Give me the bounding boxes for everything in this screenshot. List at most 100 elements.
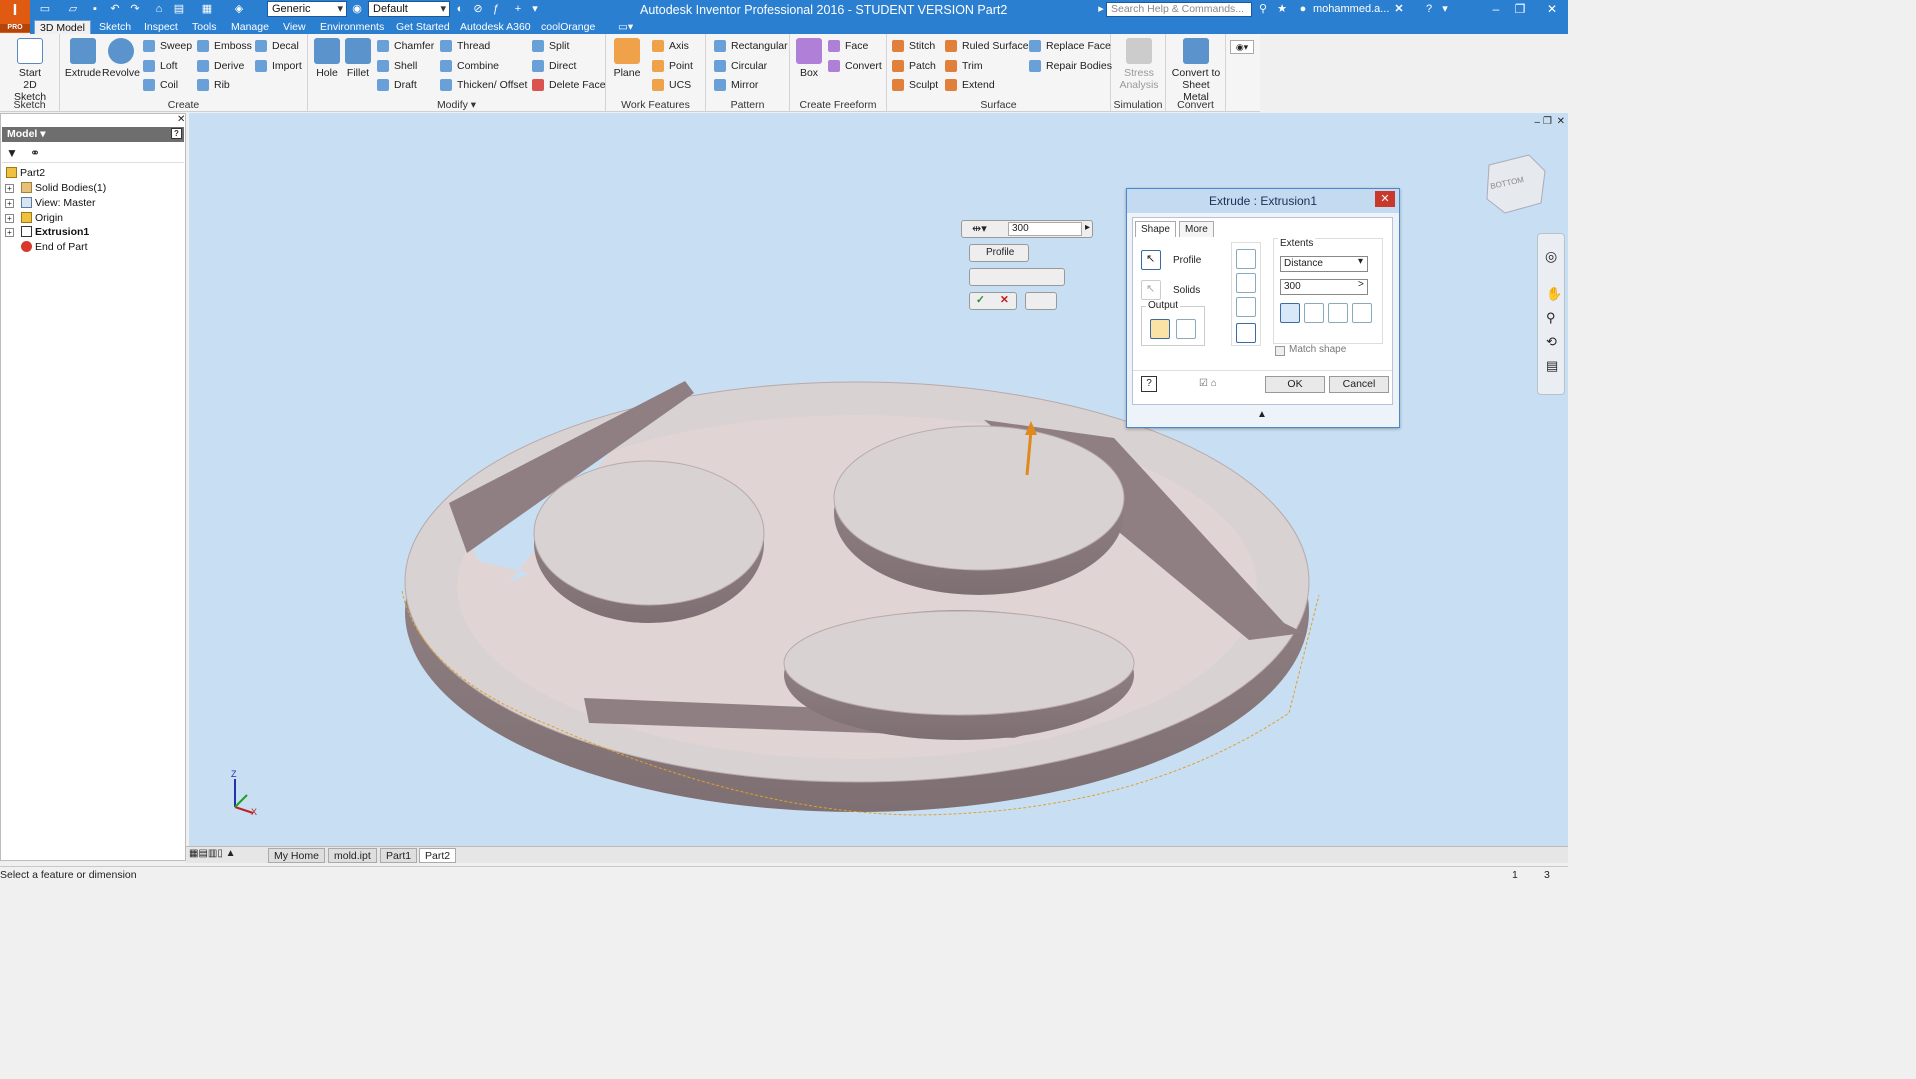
inventor-logo[interactable]: I PRO [0,0,30,33]
redo-icon[interactable]: ↷ [128,2,142,17]
tree-item-part2[interactable]: Part2 [6,166,45,180]
user-name[interactable]: mohammed.a... [1313,3,1389,15]
direction-1-button[interactable] [1280,303,1300,323]
dialog-help-icon[interactable]: ? [1141,376,1157,392]
ok-button[interactable]: OK [1265,376,1325,393]
import-button[interactable]: Import [255,58,302,74]
join-button[interactable] [1236,249,1256,269]
rib-button[interactable]: Rib [197,77,230,93]
thread-button[interactable]: Thread [440,38,490,54]
panel-label-modify[interactable]: Modify ▾ [308,99,605,111]
match-shape-checkbox[interactable] [1275,346,1285,356]
direct-button[interactable]: Direct [532,58,576,74]
exchange-icon[interactable]: ✕ [1392,2,1406,17]
chevron-down-icon[interactable]: ▾ [1358,256,1363,267]
tree-item-view-master[interactable]: View: Master [21,196,96,210]
browser-close-icon[interactable]: ✕ [177,114,185,125]
update-icon[interactable]: ▤ [172,2,186,17]
mirror-button[interactable]: Mirror [714,77,758,93]
solids-select-button[interactable]: ↖ [1141,280,1161,300]
combine-button[interactable]: Combine [440,58,499,74]
delete-face-button[interactable]: Delete Face [532,77,606,93]
search-arrow-icon[interactable]: ▸ [1096,2,1106,17]
hole-button[interactable]: Hole [312,38,342,79]
tree-item-origin[interactable]: Origin [21,211,63,225]
new-solid-button[interactable] [1236,323,1256,343]
plane-button[interactable]: Plane [610,38,644,79]
undo-icon[interactable]: ↶ [108,2,122,17]
extrude-button[interactable]: Extrude [64,38,102,79]
save-icon[interactable]: ▪ [88,2,102,17]
profile-select-button[interactable]: ↖ [1141,250,1161,270]
sweep-button[interactable]: Sweep [143,38,192,54]
select-icon[interactable]: ▦ [200,2,214,17]
coil-button[interactable]: Coil [143,77,178,93]
chamfer-button[interactable]: Chamfer [377,38,434,54]
dialog-close-button[interactable]: ✕ [1375,191,1395,207]
tab-manage[interactable]: Manage [231,20,269,34]
style-select[interactable]: Default [368,1,450,17]
tab-shape[interactable]: Shape [1135,221,1176,237]
point-button[interactable]: Point [652,58,693,74]
direction-2-button[interactable] [1304,303,1324,323]
split-button[interactable]: Split [532,38,569,54]
replace-face-button[interactable]: Replace Face [1029,38,1111,54]
convert-sheet-metal-button[interactable]: Convert to Sheet Metal [1168,38,1224,103]
ribbon-toggle-icon[interactable]: ▭▾ [618,20,633,34]
measure-icon[interactable]: ◈ [232,2,246,17]
customize-icon[interactable]: ▾ [530,2,540,17]
patch-button[interactable]: Patch [892,58,936,74]
viewport-restore-icon[interactable]: ❐ [1543,116,1552,127]
tab-sketch[interactable]: Sketch [99,20,131,34]
accept-icon[interactable]: ✓ [976,294,985,306]
tree-item-solid-bodies[interactable]: Solid Bodies(1) [21,181,106,195]
cancel-icon[interactable]: ✕ [1000,294,1009,306]
doc-tab-mold[interactable]: mold.ipt [328,848,377,863]
asymmetric-button[interactable] [1352,303,1372,323]
tree-item-extrusion1[interactable]: Extrusion1 [21,225,89,239]
browser-help-icon[interactable]: ? [171,128,182,139]
user-icon[interactable]: ● [1296,2,1310,17]
shell-button[interactable]: Shell [377,58,417,74]
doc-tab-part2[interactable]: Part2 [419,848,457,863]
derive-button[interactable]: Derive [197,58,244,74]
start-sketch-button[interactable]: Start 2D Sketch [6,38,54,103]
minimize-button[interactable]: – [1484,1,1508,17]
help-dropdown-icon[interactable]: ▾ [1440,2,1450,17]
face-button[interactable]: Face [828,38,868,54]
repair-bodies-button[interactable]: Repair Bodies [1029,58,1112,74]
mini-menu-icon[interactable] [1025,292,1057,310]
appearance-select[interactable]: Generic [267,1,347,17]
extend-button[interactable]: Extend [945,77,995,93]
distance-field[interactable]: 300 [1280,279,1368,295]
distance-arrow-icon[interactable]: > [1358,279,1364,290]
emboss-button[interactable]: Emboss [197,38,252,54]
convert-freeform-button[interactable]: Convert [828,58,882,74]
tab-3d-model[interactable]: 3D Model [34,20,91,34]
star-icon[interactable]: ★ [1275,2,1289,17]
tab-inspect[interactable]: Inspect [144,20,178,34]
stress-analysis-button[interactable]: Stress Analysis [1115,38,1163,91]
doc-tab-part1[interactable]: Part1 [380,848,418,863]
restore-button[interactable]: ❐ [1508,1,1532,17]
tab-coolorange[interactable]: coolOrange [541,20,595,34]
tab-autodesk-a360[interactable]: Autodesk A360 [460,20,531,34]
distance-type-icon[interactable]: ⇹▾ [972,222,987,235]
expand-icon[interactable]: + [5,184,14,193]
tab-view[interactable]: View [283,20,306,34]
draft-button[interactable]: Draft [377,77,417,93]
zoom-icon[interactable]: ⚲ [1546,310,1556,326]
tile-icon[interactable]: ▦▤▥▯ ▲ [189,848,236,859]
loft-button[interactable]: Loft [143,58,178,74]
cancel-button[interactable]: Cancel [1329,376,1389,393]
output-solid-button[interactable] [1150,319,1170,339]
tree-item-end-of-part[interactable]: End of Part [21,240,88,254]
expand-icon[interactable]: + [5,228,14,237]
intersect-button[interactable] [1236,297,1256,317]
distance-input[interactable]: 300 [1008,222,1082,236]
cut-button[interactable] [1236,273,1256,293]
output-surface-button[interactable] [1176,319,1196,339]
open-icon[interactable]: ▱ [66,2,80,17]
expand-icon[interactable]: + [5,199,14,208]
revolve-button[interactable]: Revolve [102,38,140,79]
